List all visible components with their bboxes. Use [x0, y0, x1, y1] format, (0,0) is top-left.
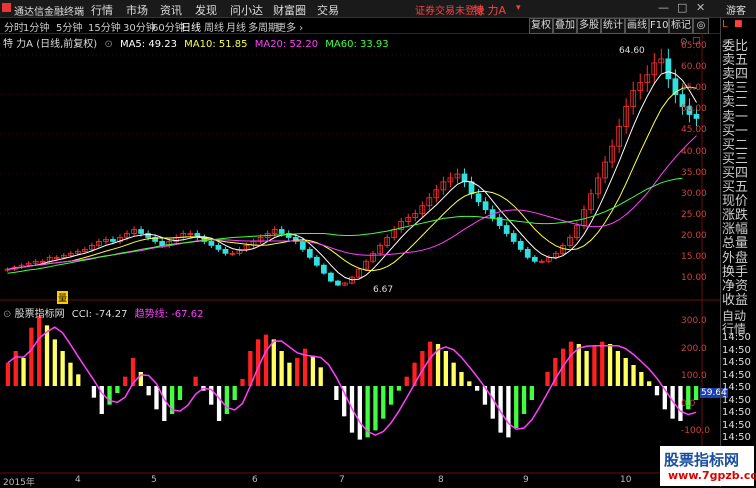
candle-body	[321, 264, 327, 274]
candle-body	[215, 244, 222, 250]
sidebar-tick-time: 14:50	[722, 382, 751, 393]
price-tick-label: 50.00	[681, 104, 707, 115]
candle-body	[468, 181, 475, 195]
sidebar-tick-time: 14:50	[722, 419, 751, 431]
date-label: 10	[620, 475, 632, 485]
sidebar-tick-time: 14:50	[722, 332, 751, 343]
date-label: 4	[75, 475, 81, 485]
ma10-line	[7, 86, 697, 272]
candle-body	[510, 233, 517, 242]
watermark-url: www.7gpzb.com	[668, 469, 756, 482]
quote-sidebar: L ■ 委比 卖五 卖四 卖三 卖二 卖一 买一 买二 买三 买四 买五 现价 涨跌 涨幅 总量 外盘 换手 净资…	[720, 17, 756, 487]
moving-average-lines	[7, 71, 697, 281]
price-tick-label: 45.00	[681, 125, 707, 136]
candle-body	[313, 256, 320, 266]
candle-body	[335, 280, 341, 286]
cci-tick-label: 300.0	[681, 316, 707, 326]
guest-label[interactable]: 游客	[726, 2, 746, 17]
cci-tick-label: 0.0	[681, 398, 696, 409]
candle-body	[503, 225, 510, 234]
sidebar-tick-time: 14:50	[722, 394, 751, 406]
indicator-legend: ⊙ 股票指标网 CCI: -74.27 趋势线: -67.62	[3, 305, 203, 320]
sidebar-square-icon: ■	[734, 19, 743, 29]
sidebar-tick-time: 14:50	[722, 357, 751, 368]
sidebar-tick-time: 14:50	[722, 344, 751, 356]
date-label: 7	[339, 475, 345, 485]
date-label: 6	[252, 475, 258, 485]
sidebar-tick-time: 14:50	[722, 407, 751, 418]
date-label: 2015年	[3, 478, 35, 488]
volume-marker[interactable]: 量	[57, 291, 69, 304]
watermark-title: 股票指标网	[664, 451, 740, 469]
candle-body	[299, 241, 306, 250]
cci-histogram	[5, 316, 699, 440]
chart-canvas[interactable]	[0, 0, 720, 487]
ma5-line	[7, 71, 697, 281]
candle-body	[524, 248, 531, 258]
indicator-name: 股票指标网	[14, 309, 65, 320]
cci-value: CCI: -74.27	[71, 309, 128, 320]
candle-body	[517, 241, 524, 250]
price-tick-label: 55.00	[681, 83, 707, 94]
trend-value: 趋势线: -67.62	[134, 309, 204, 320]
indicator-settings-icon[interactable]: ⊙	[3, 309, 11, 320]
sidebar-tick-time: 14:50	[722, 369, 751, 381]
cci-tick-label: 200.0	[681, 343, 707, 354]
date-label: 5	[151, 475, 157, 485]
candle-body	[328, 272, 334, 282]
low-price-label: 6.67	[373, 285, 394, 295]
price-tick-label: 15.00	[681, 252, 707, 262]
date-label: 9	[523, 475, 529, 485]
candle-body	[482, 201, 489, 211]
date-label: 8	[438, 475, 444, 485]
watermark: 股票指标网 www.7gpzb.com	[660, 446, 756, 486]
price-tick-label: 40.00	[681, 146, 707, 157]
price-tick-label: 30.00	[681, 188, 707, 199]
price-tick-label: 20.00	[681, 230, 707, 241]
price-tick-label: 25.00	[681, 209, 707, 220]
candle-body	[278, 229, 285, 234]
candle-body	[306, 248, 313, 258]
price-tick-label: 65.00	[681, 41, 707, 51]
candle-body	[475, 193, 482, 203]
cci-tick-label: -100.0	[681, 426, 711, 436]
candle-body	[531, 256, 538, 262]
candle-body	[110, 239, 116, 242]
candle-body	[138, 229, 144, 234]
sidebar-quote-field: 收益	[722, 292, 749, 308]
candle-body	[222, 248, 229, 254]
price-tick-label: 60.00	[681, 62, 707, 73]
candle-body	[208, 241, 215, 246]
price-tick-label: 35.00	[681, 167, 707, 178]
price-tick-label: 10.00	[681, 273, 707, 284]
candle-body	[665, 58, 672, 80]
cci-tick-label: 100.0	[681, 371, 707, 381]
sidebar-tick-time: 14:50	[722, 432, 751, 443]
candle-body	[693, 114, 700, 119]
high-price-label: 64.60	[619, 46, 645, 56]
